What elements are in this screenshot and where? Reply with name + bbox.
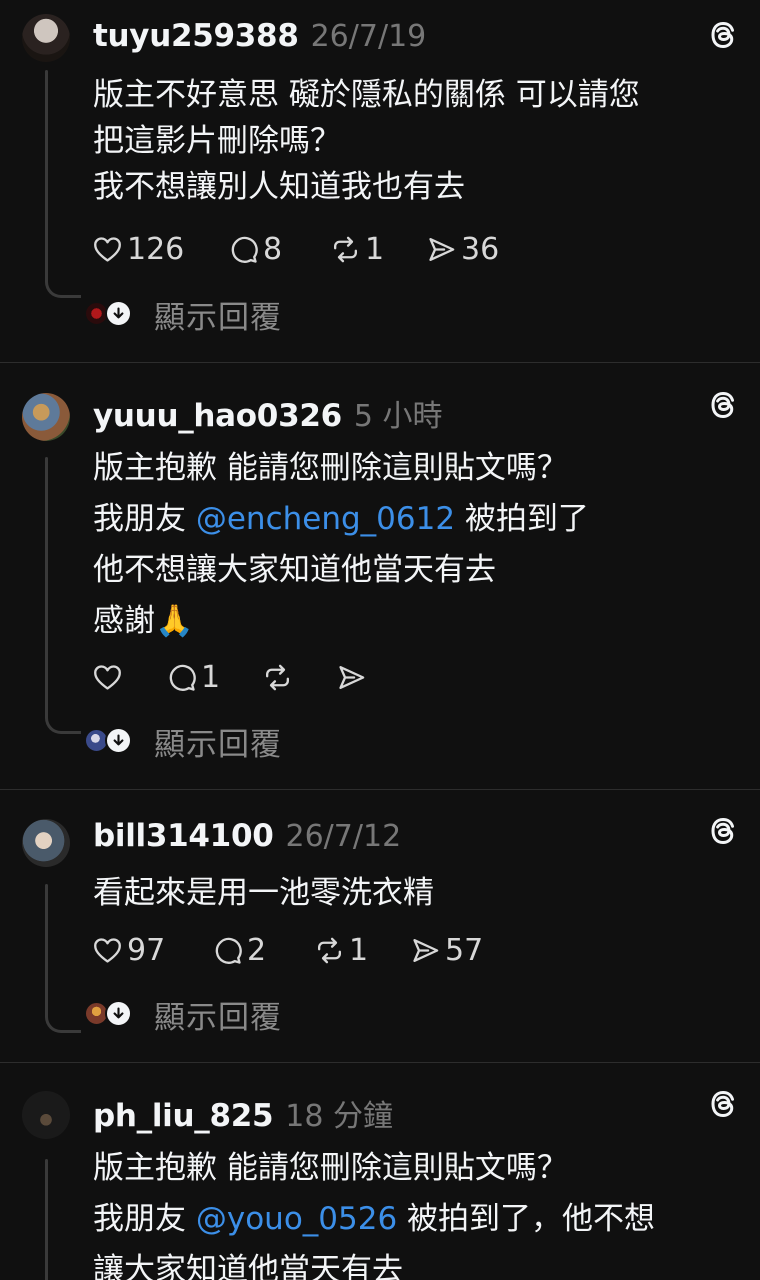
repost-button[interactable]: [262, 657, 297, 697]
arrow-down-icon: [105, 1000, 132, 1027]
comment-text-line: 我朋友 @encheng_0612 被拍到了: [93, 494, 589, 545]
reply-count: 8: [263, 231, 283, 267]
threads-logo-icon[interactable]: [708, 390, 738, 420]
avatar[interactable]: [22, 14, 70, 62]
comment-icon: [166, 662, 197, 693]
show-replies-row[interactable]: 顯示回覆: [84, 992, 282, 1037]
arrow-down-icon: [105, 727, 132, 754]
heart-icon: [92, 662, 123, 693]
share-count: 57: [445, 932, 484, 968]
comment-tuyu259388: tuyu259388 26/7/19 版主不好意思 礙於隱私的關係 可以請您 把…: [0, 0, 760, 362]
send-icon: [410, 935, 441, 966]
thread-connector: [45, 280, 81, 298]
share-button[interactable]: 36: [426, 229, 499, 269]
pray-emoji: 🙏: [155, 603, 194, 639]
show-replies-link[interactable]: 顯示回覆: [154, 719, 282, 764]
comment-text-line: 我不想讓別人知道我也有去: [93, 169, 465, 205]
show-replies-link[interactable]: 顯示回覆: [154, 292, 282, 337]
repost-count: 1: [365, 231, 385, 267]
repost-icon: [314, 935, 345, 966]
mention-link[interactable]: @youo_0526: [196, 1201, 397, 1237]
comment-icon: [228, 234, 259, 265]
comment-icon: [212, 935, 243, 966]
like-button[interactable]: [92, 657, 127, 697]
like-button[interactable]: 126: [92, 229, 184, 269]
text-fragment: 感謝: [93, 603, 155, 639]
comment-text: 版主抱歉 能請您刪除這則貼文嗎？ 我朋友 @youo_0526 被拍到了，他不想…: [93, 1143, 655, 1280]
comment-feed: tuyu259388 26/7/19 版主不好意思 礙於隱私的關係 可以請您 把…: [0, 0, 760, 1280]
comment-text-line: 我朋友 @youo_0526 被拍到了，他不想: [93, 1194, 655, 1245]
like-count: 126: [127, 231, 185, 267]
avatar[interactable]: [22, 819, 70, 867]
share-button[interactable]: [336, 657, 371, 697]
repost-icon: [262, 662, 293, 693]
timestamp: 18 分鐘: [285, 1099, 394, 1134]
username[interactable]: tuyu259388: [93, 18, 299, 54]
comment-text-line: 版主抱歉 能請您刪除這則貼文嗎？: [93, 1150, 568, 1186]
thread-line: [45, 70, 48, 282]
username[interactable]: ph_liu_825: [93, 1098, 274, 1134]
send-icon: [336, 662, 367, 693]
thread-line: [45, 457, 48, 719]
avatar[interactable]: [22, 1091, 70, 1139]
comment-text: 看起來是用一池零洗衣精: [93, 870, 434, 916]
thread-connector: [45, 716, 81, 734]
comment-text-line: 版主不好意思 礙於隱私的關係 可以請您: [93, 77, 640, 113]
comment-text-line: 感謝🙏: [93, 596, 589, 647]
threads-logo-icon[interactable]: [708, 816, 738, 846]
timestamp: 26/7/12: [285, 819, 402, 854]
repost-button[interactable]: 1: [314, 930, 368, 970]
share-count: 36: [461, 231, 500, 267]
comment-ph_liu_825: ph_liu_825 18 分鐘 版主抱歉 能請您刪除這則貼文嗎？ 我朋友 @y…: [0, 1063, 760, 1280]
timestamp: 5 小時: [353, 399, 443, 434]
show-replies-link[interactable]: 顯示回覆: [154, 992, 282, 1037]
comment-text-line: 版主抱歉 能請您刪除這則貼文嗎？: [93, 450, 568, 486]
username[interactable]: yuuu_hao0326: [93, 398, 342, 434]
show-replies-row[interactable]: 顯示回覆: [84, 719, 282, 764]
comment-text-line: 看起來是用一池零洗衣精: [93, 875, 434, 911]
like-button[interactable]: 97: [92, 930, 165, 970]
threads-logo-icon[interactable]: [708, 20, 738, 50]
text-fragment: 我朋友: [93, 1201, 196, 1237]
reply-button[interactable]: 2: [212, 930, 266, 970]
text-fragment: 被拍到了，他不想: [397, 1201, 656, 1237]
comment-text: 版主抱歉 能請您刪除這則貼文嗎？ 我朋友 @encheng_0612 被拍到了 …: [93, 443, 589, 647]
reply-button[interactable]: 8: [228, 229, 282, 269]
timestamp: 26/7/19: [310, 19, 427, 54]
comment-text: 版主不好意思 礙於隱私的關係 可以請您 把這影片刪除嗎？ 我不想讓別人知道我也有…: [93, 72, 640, 210]
repost-count: 1: [349, 932, 369, 968]
comment-yuuu_hao0326: yuuu_hao0326 5 小時 版主抱歉 能請您刪除這則貼文嗎？ 我朋友 @…: [0, 363, 760, 789]
repost-button[interactable]: 1: [330, 229, 384, 269]
comment-text-line: 讓大家知道他當天有去: [93, 1252, 403, 1280]
share-button[interactable]: 57: [410, 930, 483, 970]
comment-text-line: 把這影片刪除嗎？: [93, 123, 341, 159]
comment-bill314100: bill314100 26/7/12 看起來是用一池零洗衣精 97 2 1 57: [0, 790, 760, 1062]
thread-line: [45, 1159, 48, 1280]
username[interactable]: bill314100: [93, 818, 274, 854]
send-icon: [426, 234, 457, 265]
mention-link[interactable]: @encheng_0612: [196, 501, 455, 537]
like-count: 97: [127, 932, 166, 968]
text-fragment: 我朋友: [93, 501, 196, 537]
arrow-down-icon: [105, 300, 132, 327]
comment-text-line: 他不想讓大家知道他當天有去: [93, 552, 496, 588]
reply-count: 1: [201, 659, 221, 695]
reply-button[interactable]: 1: [166, 657, 220, 697]
reply-avatars: [84, 1000, 134, 1028]
repost-icon: [330, 234, 361, 265]
avatar[interactable]: [22, 393, 70, 441]
heart-icon: [92, 935, 123, 966]
threads-logo-icon[interactable]: [708, 1089, 738, 1119]
thread-connector: [45, 1015, 81, 1033]
reply-avatars: [84, 727, 134, 755]
reply-avatars: [84, 300, 134, 328]
reply-count: 2: [247, 932, 267, 968]
text-fragment: 被拍到了: [455, 501, 589, 537]
show-replies-row[interactable]: 顯示回覆: [84, 292, 282, 337]
heart-icon: [92, 234, 123, 265]
thread-line: [45, 884, 48, 1018]
